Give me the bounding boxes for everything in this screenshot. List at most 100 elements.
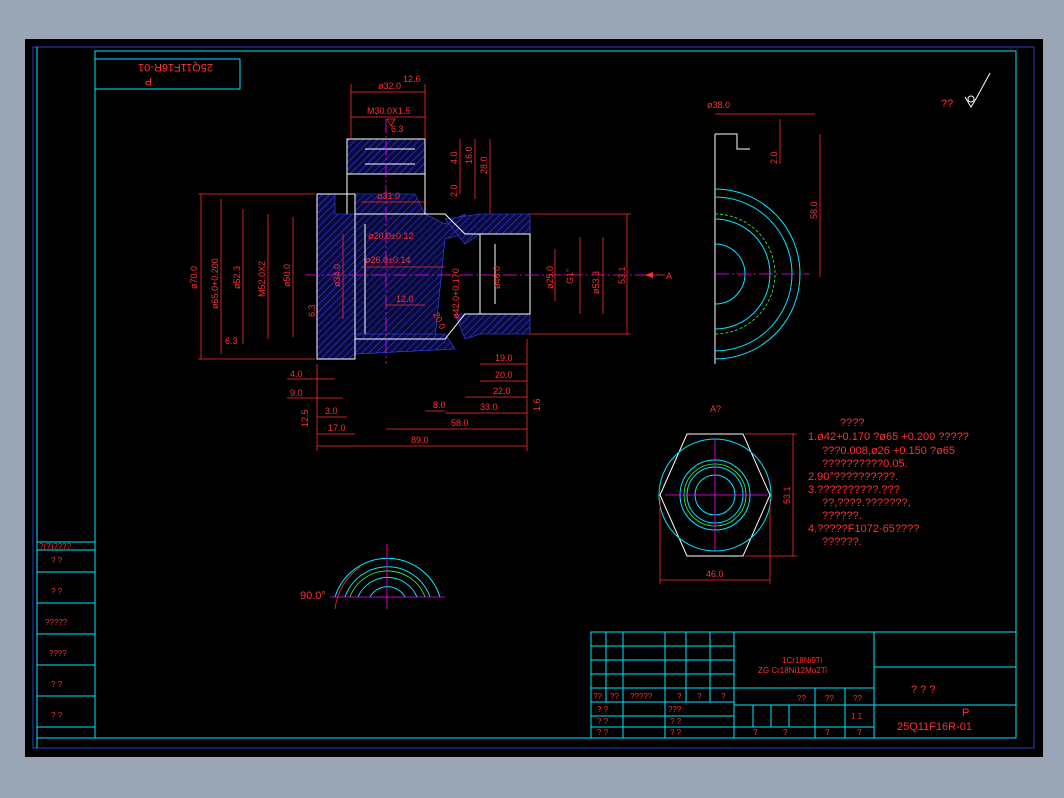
dim-d16: 16.0 — [464, 146, 474, 164]
dim-d42: ø42.0+0.170 — [451, 268, 461, 319]
dim-d20: ø20.0±0.12 — [368, 231, 413, 241]
elbow-detail: 90.0° — [300, 544, 445, 610]
dim-d65: ø65.0+0.200 — [210, 258, 220, 309]
side-view: ø38.0 2.0 58.0 — [707, 100, 821, 364]
tb-mid-2: ?? — [825, 694, 834, 703]
dim-g1: G1" — [565, 269, 575, 284]
drawing-title: ? ? ? — [911, 684, 935, 696]
left-strip-header: ?(?)???? — [39, 542, 72, 551]
dim-d32: ø32.0 — [378, 81, 401, 91]
dim-d53-1b: 53.1 — [782, 486, 792, 504]
dim-d46b: 46.0 — [706, 569, 724, 579]
dim-l20: 20.0 — [495, 370, 513, 380]
dim-l19: 19.0 — [495, 353, 513, 363]
dim-d50: ø50.0 — [282, 264, 292, 287]
roughness-symbol: ?? — [941, 72, 991, 110]
material-2: ZG Cr18Ni12Mo2Ti — [758, 666, 827, 675]
dim-l33: 33.0 — [480, 402, 498, 412]
dim-l89: 89.0 — [411, 435, 429, 445]
tb-sign-2a: ? ? — [597, 717, 609, 726]
dim-r6-3c: 6.3 — [225, 336, 238, 346]
left-strip-row-4: ???? — [49, 649, 67, 658]
main-section-view: A ø32.0 12.6 M30.0X1.5 6.3 4.0 16.0 28.0… — [189, 74, 672, 451]
code-letter: P — [962, 707, 969, 719]
dim-d2: 2.0 — [449, 184, 459, 197]
dim-l9: 9.0 — [290, 388, 303, 398]
left-strip-row-5: ? ? — [51, 680, 63, 689]
dim-d31: ø31.0 — [377, 191, 400, 201]
note-line-6: ??,????.???????, — [822, 497, 911, 509]
tb-bottom-3: ? — [825, 728, 830, 737]
note-line-5: 3.??????????.??? — [808, 484, 900, 496]
left-strip-row-1: ? ? — [51, 556, 63, 565]
dim-m30: M30.0X1.5 — [367, 106, 411, 116]
dim-d52-3: ø52.3 — [232, 266, 242, 289]
outer-frame — [32, 46, 1035, 749]
note-line-8: 4.?????F1072-65???? — [808, 523, 919, 535]
tb-sign-1a: ? ? — [597, 705, 609, 714]
technical-notes: ???? 1.ø42+0.170 ?ø65 +0.200 ????? ???0.… — [808, 417, 969, 548]
dim-d25: ø25.0 — [545, 266, 555, 289]
dim-d26: ø26.0±0.14 — [365, 255, 410, 265]
tb-sign-1b: ??? — [668, 705, 682, 714]
tb-bottom-2: ? — [783, 728, 788, 737]
material-1: 1Cr18Ni9Ti — [782, 656, 822, 665]
left-strip-row-6: ? ? — [51, 711, 63, 720]
tb-sign-3b: ? ? — [670, 728, 682, 737]
drawing-code: 25Q11F16R-01 — [897, 721, 972, 733]
notes-heading: ???? — [840, 417, 864, 429]
note-line-1: 1.ø42+0.170 ?ø65 +0.200 ????? — [808, 431, 969, 443]
tb-sign-2b: ? ? — [670, 717, 682, 726]
tb-sign-3a: ? ? — [597, 728, 609, 737]
dim-r12-6: 12.6 — [403, 74, 421, 84]
angle-90: 90.0° — [300, 590, 326, 602]
tb-header-4: ? — [677, 692, 682, 701]
dim-d4: 4.0 — [449, 151, 459, 164]
inner-frame — [94, 50, 1017, 739]
dim-l58: 58.0 — [451, 418, 469, 428]
dim-r12-5: 12.5 — [300, 409, 310, 427]
dim-r6-3b: 6.3 — [307, 304, 317, 317]
tb-scale: 1 1 — [851, 712, 863, 721]
view-arrow-label: A — [666, 271, 672, 281]
view-a-hex: A? 46.0 53.1 — [658, 404, 797, 584]
dim-r1-6: 1.6 — [532, 398, 542, 411]
dim-d2-0: 2.0 — [769, 151, 779, 164]
view-a-label: A? — [710, 404, 721, 414]
tb-header-5: ? — [697, 692, 702, 701]
tb-header-6: ? — [721, 692, 726, 701]
dim-d12: 12.0 — [396, 294, 414, 304]
tb-header-1: ?? — [593, 692, 602, 701]
note-line-9: ??????. — [822, 536, 862, 548]
dim-l3: 3.0 — [325, 406, 338, 416]
corner-label-box: P 25Q11F16R-01 — [94, 58, 241, 90]
tb-bottom-4: ? — [857, 728, 862, 737]
corner-label-top: P — [145, 75, 152, 87]
note-line-4: 2.90°??????????. — [808, 471, 898, 483]
title-block: 1Cr18Ni9Ti ZG Cr18Ni12Mo2Ti ? ? ? P 25Q1… — [590, 631, 1017, 739]
cad-drawing-sheet: P 25Q11F16R-01 ?? A ø32.0 12.6 M30.0X1.5… — [25, 39, 1043, 757]
note-line-2: ???0.008,ø26 +0.150 ?ø65 — [822, 445, 955, 457]
left-strip-table: ?(?)???? ? ? ? ? ????? ???? ? ? ? ? — [36, 541, 96, 739]
drawing-canvas: P 25Q11F16R-01 ?? A ø32.0 12.6 M30.0X1.5… — [32, 46, 1035, 749]
left-strip-row-3: ????? — [45, 618, 68, 627]
dim-d46: ø46.0 — [492, 266, 502, 289]
dim-d70: ø70.0 — [189, 266, 199, 289]
tb-mid-1: ?? — [797, 694, 806, 703]
tb-header-3: ????? — [630, 692, 653, 701]
dim-d53-3: ø53.3 — [591, 271, 601, 294]
roughness-note: ?? — [941, 98, 953, 110]
dim-l22: 22.0 — [493, 386, 511, 396]
dim-m52: M52.0X2 — [257, 261, 267, 297]
dim-d53-1: 53.1 — [617, 266, 627, 284]
dim-d58: 58.0 — [809, 201, 819, 219]
note-line-3: ??????????0.05. — [822, 458, 908, 470]
dim-d38: ø38.0 — [707, 100, 730, 110]
dim-r6-3a: 6.3 — [391, 124, 404, 134]
dim-d28: 28.0 — [479, 156, 489, 174]
corner-label-bottom: 25Q11F16R-01 — [138, 61, 213, 73]
dim-l8: 8.0 — [433, 400, 446, 410]
tb-bottom-1: ? — [753, 728, 758, 737]
tb-header-2: ?? — [610, 692, 619, 701]
tb-mid-3: ?? — [853, 694, 862, 703]
